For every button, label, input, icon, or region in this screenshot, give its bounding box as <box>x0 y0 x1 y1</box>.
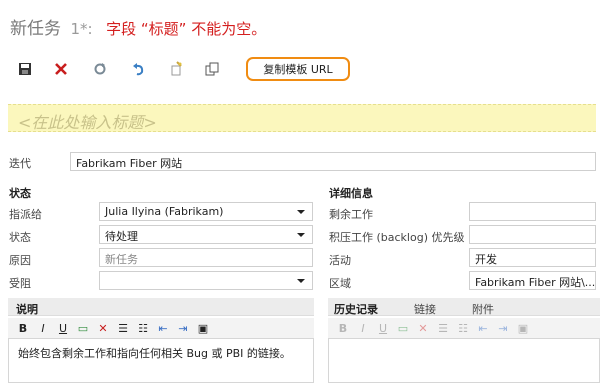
reason-field: 新任务 <box>99 248 313 267</box>
save-icon[interactable] <box>14 58 36 80</box>
description-rte-toolbar: B I U ▭ ✕ ☰ ☷ ⇤ ⇥ ▣ <box>8 318 314 338</box>
activity-label: 活动 <box>329 254 351 267</box>
description-header-bar <box>8 298 314 316</box>
bullet-list-icon: ☰ <box>438 321 448 335</box>
work-item-type-title: 新任务 <box>10 19 61 39</box>
outdent-icon[interactable]: ⇤ <box>156 322 170 335</box>
underline-icon[interactable]: U <box>56 322 70 335</box>
remaining-work-label: 剩余工作 <box>329 208 373 221</box>
reason-label: 原因 <box>9 254 31 267</box>
history-rte-toolbar: B I U ▭ ✕ ☰ ☷ ⇤ ⇥ ▣ <box>328 318 600 338</box>
description-header: 说明 <box>16 303 38 316</box>
description-text: 始终包含剩余工作和指向任何相关 Bug 或 PBI 的链接。 <box>18 347 291 360</box>
work-item-number: 1*: <box>70 20 93 38</box>
validation-error-message: 字段 “标题” 不能为空。 <box>106 20 267 38</box>
assigned-to-label: 指派给 <box>9 208 42 221</box>
iteration-field[interactable]: Fabrikam Fiber 网站 <box>70 152 596 171</box>
blocked-label: 受阻 <box>9 277 31 290</box>
discard-icon[interactable] <box>50 58 72 80</box>
italic-icon[interactable]: I <box>36 322 50 335</box>
tab-history[interactable]: 历史记录 <box>334 301 378 317</box>
outdent-icon: ⇤ <box>478 321 488 335</box>
backlog-priority-field[interactable] <box>469 225 596 244</box>
clear-format-icon: ✕ <box>418 321 428 335</box>
backlog-priority-label: 积压工作 (backlog) 优先级 <box>329 231 465 244</box>
remaining-work-field[interactable] <box>469 202 596 221</box>
numbered-list-icon: ☷ <box>458 321 468 335</box>
work-item-header: 新任务 1*: 字段 “标题” 不能为空。 <box>10 14 267 39</box>
undo-icon[interactable] <box>128 58 150 80</box>
copy-icon[interactable] <box>201 58 223 80</box>
assigned-to-dropdown[interactable]: Julia Ilyina (Fabrikam) <box>99 202 313 221</box>
area-field[interactable]: Fabrikam Fiber 网站\... <box>469 271 596 290</box>
copy-template-url-button[interactable]: 复制模板 URL <box>246 57 350 81</box>
highlight-icon: ▭ <box>397 321 409 335</box>
state-label: 状态 <box>9 231 31 244</box>
tab-attachments[interactable]: 附件 <box>472 301 494 317</box>
status-section-header: 状态 <box>9 187 31 200</box>
state-dropdown[interactable]: 待处理 <box>99 225 313 244</box>
indent-icon[interactable]: ⇥ <box>176 322 190 335</box>
area-label: 区域 <box>329 277 351 290</box>
title-input[interactable]: <在此处输入标题> <box>8 104 596 132</box>
highlight-icon[interactable]: ▭ <box>76 322 90 335</box>
tab-links[interactable]: 链接 <box>414 301 436 317</box>
image-icon: ▣ <box>517 321 529 335</box>
activity-dropdown[interactable]: 开发 <box>469 248 596 267</box>
refresh-icon[interactable] <box>89 58 111 80</box>
clear-format-icon[interactable]: ✕ <box>96 322 110 335</box>
iteration-label: 迭代 <box>9 157 31 170</box>
bold-icon[interactable]: B <box>16 322 30 335</box>
bullet-list-icon[interactable]: ☰ <box>116 322 130 335</box>
blocked-dropdown[interactable] <box>99 271 313 290</box>
numbered-list-icon[interactable]: ☷ <box>136 322 150 335</box>
template-icon[interactable] <box>165 58 187 80</box>
italic-icon: I <box>361 321 365 335</box>
history-editor[interactable] <box>328 338 600 383</box>
details-section-header: 详细信息 <box>329 187 373 200</box>
bold-icon: B <box>338 321 348 335</box>
underline-icon: U <box>378 321 388 335</box>
image-icon[interactable]: ▣ <box>196 322 210 335</box>
indent-icon: ⇥ <box>498 321 508 335</box>
